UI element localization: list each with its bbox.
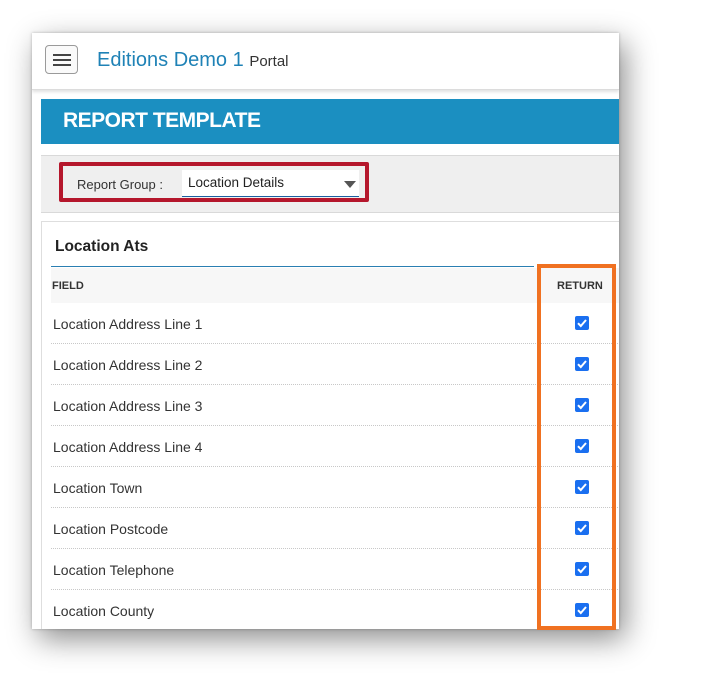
section-header: REPORT TEMPLATE — [41, 99, 619, 144]
field-label: Location Address Line 4 — [53, 439, 203, 455]
field-label: Location Postcode — [53, 521, 169, 537]
column-header-field: FIELD — [52, 280, 84, 292]
app-name: Editions Demo 1 — [97, 49, 244, 71]
hamburger-menu-icon[interactable] — [45, 45, 78, 74]
field-label: Location Address Line 3 — [53, 398, 203, 414]
table-row: Location Address Line 3 — [51, 385, 619, 426]
table-row: Location Postcode — [51, 508, 619, 549]
card-title: Location Ats — [55, 238, 149, 255]
dropdown-arrow-icon — [344, 181, 356, 188]
field-label: Location Town — [53, 480, 143, 496]
table-row: Location Town — [51, 467, 619, 508]
table-row: Location Address Line 1 — [51, 303, 619, 344]
field-label: Location Address Line 1 — [53, 316, 203, 332]
field-label: Location County — [53, 603, 155, 619]
table-row: Location County — [51, 590, 619, 629]
report-group-value: Location Details — [188, 175, 285, 190]
report-group-select[interactable]: Location Details — [182, 170, 359, 197]
report-group-label: Report Group : — [77, 177, 163, 192]
top-bar: Editions Demo 1 Portal — [32, 33, 619, 90]
field-label: Location Telephone — [53, 562, 175, 578]
portal-window: Editions Demo 1 Portal REPORT TEMPLATE R… — [32, 33, 619, 629]
table-row: Location Telephone — [51, 549, 619, 590]
field-card: Location Ats FIELD RETURN Location Addre… — [41, 221, 619, 629]
report-group-highlight: Report Group : Location Details — [59, 162, 369, 202]
table-row: Location Address Line 4 — [51, 426, 619, 467]
page-title: REPORT TEMPLATE — [63, 109, 261, 132]
card-title-underline — [51, 266, 534, 267]
app-subtitle: Portal — [249, 53, 289, 70]
table-row: Location Address Line 2 — [51, 344, 619, 385]
field-label: Location Address Line 2 — [53, 357, 203, 373]
table-header — [51, 268, 619, 303]
app-title: Editions Demo 1 Portal — [97, 49, 289, 72]
filter-bar: Report Group : Location Details — [41, 155, 619, 213]
return-column-highlight — [537, 264, 616, 630]
